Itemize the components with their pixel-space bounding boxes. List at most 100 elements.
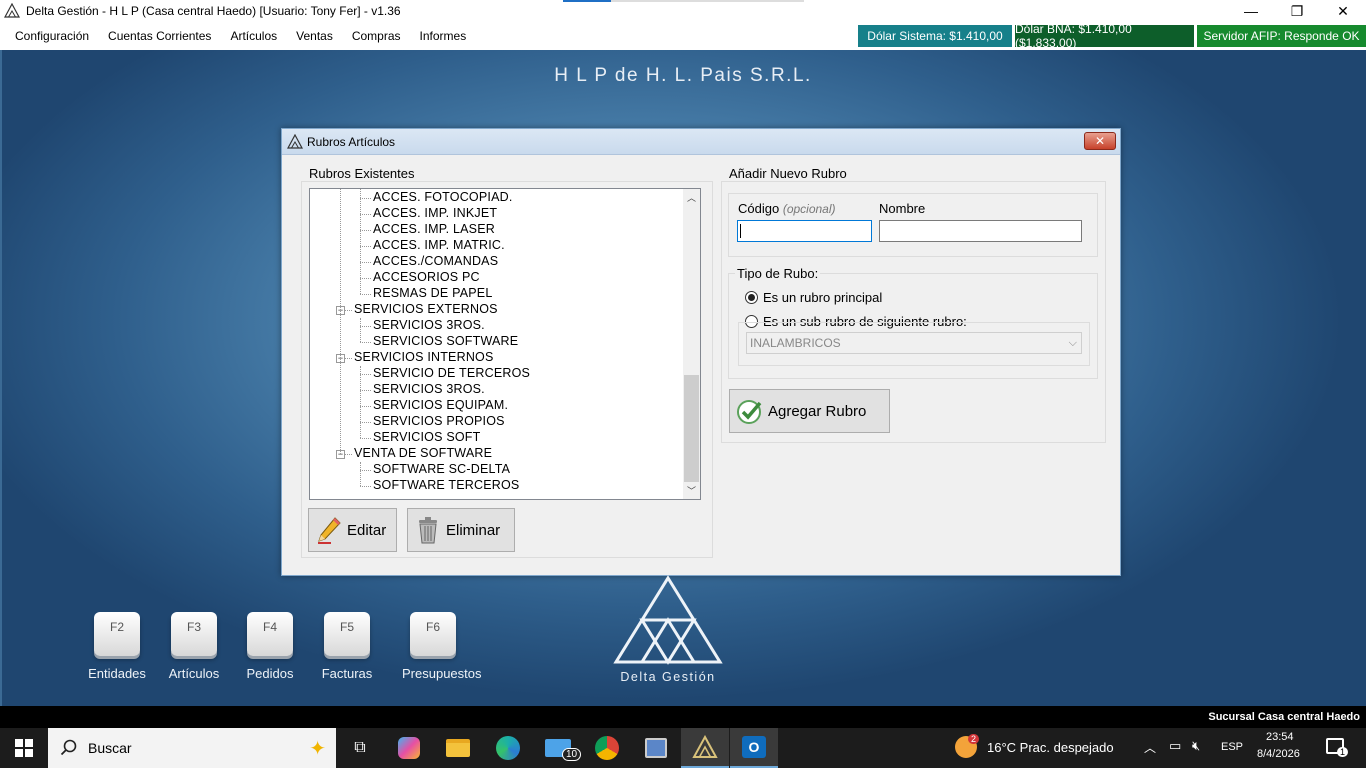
edit-button[interactable]: Editar (308, 508, 397, 552)
tree-node-parent[interactable]: SERVICIOS INTERNOS (354, 350, 494, 364)
add-rubro-button[interactable]: Agregar Rubro (729, 389, 890, 433)
tree-node-child[interactable]: SERVICIOS SOFT (373, 430, 480, 444)
fkey-label: Facturas (321, 666, 373, 681)
tree-connector (360, 342, 371, 343)
file-explorer-button[interactable] (434, 728, 482, 768)
language-indicator[interactable]: ESP (1221, 741, 1243, 753)
fkey-cap: F6 (410, 612, 456, 656)
weather-text[interactable]: 16°C Prac. despejado (987, 740, 1114, 755)
tree-node-child[interactable]: ACCESORIOS PC (373, 270, 480, 284)
radio-rubro-principal[interactable] (745, 291, 758, 304)
fkey-facturas[interactable]: F5 Facturas (316, 612, 378, 681)
task-view-button[interactable]: ⧉ (336, 728, 384, 768)
taskbar-search[interactable]: Buscar ✦ (48, 728, 336, 768)
delta-logo-icon (692, 735, 718, 758)
code-label: Código (opcional) (738, 201, 836, 216)
edit-button-label: Editar (347, 521, 387, 539)
tree-node-child[interactable]: ACCES./COMANDAS (373, 254, 498, 268)
start-button[interactable] (0, 728, 48, 768)
clock-date[interactable]: 8/4/2026 (1257, 748, 1300, 760)
tree-node-child[interactable]: SERVICIOS EQUIPAM. (373, 398, 508, 412)
tree-node-parent[interactable]: VENTA DE SOFTWARE (354, 446, 492, 460)
radio-rubro-principal-label[interactable]: Es un rubro principal (763, 290, 882, 305)
chevron-up-icon[interactable]: ︿ (1144, 739, 1156, 756)
close-window-button[interactable]: ✕ (1320, 0, 1366, 22)
dolar-sistema-badge[interactable]: Dólar Sistema: $1.410,00 (858, 25, 1012, 47)
clock-time[interactable]: 23:54 (1266, 731, 1294, 743)
tree-connector (360, 486, 371, 487)
tree-connector (360, 374, 371, 375)
tab-indicator (563, 0, 611, 2)
outlook-button[interactable]: O (730, 728, 778, 768)
tree-node-child[interactable]: RESMAS DE PAPEL (373, 286, 492, 300)
mail-badge: 10 (562, 748, 582, 761)
tree-node-child[interactable]: SOFTWARE TERCEROS (373, 478, 519, 492)
tree-node-child[interactable]: ACCES. IMP. MATRIC. (373, 238, 505, 252)
tree-node-child[interactable]: SERVICIOS PROPIOS (373, 414, 505, 428)
edge-button[interactable] (484, 728, 532, 768)
name-input[interactable] (879, 220, 1082, 242)
volume-muted-icon[interactable]: 🔇︎ (1192, 738, 1200, 754)
menu-compras[interactable]: Compras (342, 22, 410, 50)
menu-articulos[interactable]: Artículos (221, 22, 287, 50)
code-input[interactable] (737, 220, 872, 242)
tree-scrollbar[interactable]: ︿ ﹀ (683, 189, 700, 499)
afip-server-badge[interactable]: Servidor AFIP: Responde OK (1197, 25, 1366, 47)
delta-gestion-logo (613, 575, 723, 665)
chevron-down-icon: ⌵ (1068, 337, 1077, 349)
parent-rubro-select[interactable]: INALAMBRICOS ⌵ (746, 332, 1082, 354)
tree-connector (360, 246, 371, 247)
fkey-cap: F2 (94, 612, 140, 656)
fkey-presupuestos[interactable]: F6 Presupuestos (402, 612, 482, 681)
menu-configuracion[interactable]: Configuración (0, 22, 99, 50)
notification-count: 1 (1337, 747, 1349, 757)
tree-node-child[interactable]: SERVICIO DE TERCEROS (373, 366, 530, 380)
scroll-thumb[interactable] (684, 375, 699, 482)
dolar-bna-badge[interactable]: Dólar BNA: $1.410,00 ($1.833,00) (1015, 22, 1194, 50)
delete-button[interactable]: Eliminar (407, 508, 515, 552)
rubros-tree[interactable]: ACCES. FOTOCOPIAD. ACCES. IMP. INKJET ACCE… (309, 188, 701, 500)
fkey-entidades[interactable]: F2 Entidades (86, 612, 148, 681)
fkey-label: Entidades (88, 666, 146, 681)
tree-node-child[interactable]: ACCES. FOTOCOPIAD. (373, 190, 513, 204)
rubros-existentes-label: Rubros Existentes (307, 166, 417, 181)
tree-connector (360, 294, 371, 295)
restore-button[interactable]: ❐ (1274, 0, 1320, 22)
weather-badge: 2 (968, 734, 980, 744)
menu-ventas[interactable]: Ventas (287, 22, 343, 50)
copilot-button[interactable] (385, 728, 433, 768)
tree-connector (360, 406, 371, 407)
chrome-button[interactable] (583, 728, 631, 768)
fkey-articulos[interactable]: F3 Artículos (163, 612, 225, 681)
trash-can-icon (419, 517, 437, 544)
scroll-down-arrow[interactable]: ﹀ (683, 482, 700, 499)
fkey-pedidos[interactable]: F4 Pedidos (239, 612, 301, 681)
tree-connector (360, 390, 371, 391)
tree-connector (360, 262, 371, 263)
delta-gestion-taskbar-button[interactable] (681, 728, 729, 768)
scroll-up-arrow[interactable]: ︿ (683, 189, 700, 206)
windows-logo-icon (15, 739, 33, 757)
mail-button[interactable]: 10 (534, 728, 582, 768)
tree-node-child[interactable]: SERVICIOS SOFTWARE (373, 334, 518, 348)
tree-node-child[interactable]: SOFTWARE SC-DELTA (373, 462, 510, 476)
tree-node-child[interactable]: SERVICIOS 3ROS. (373, 318, 485, 332)
window-title: Delta Gestión - H L P (Casa central Haed… (26, 4, 401, 18)
tree-connector (360, 198, 371, 199)
dialog-close-button[interactable]: ✕ (1084, 132, 1116, 150)
tree-node-child[interactable]: ACCES. IMP. INKJET (373, 206, 497, 220)
tree-guide (360, 366, 361, 438)
tree-node-child[interactable]: ACCES. IMP. LASER (373, 222, 495, 236)
tipo-rubro-label: Tipo de Rubo: (735, 266, 821, 281)
minimize-button[interactable]: — (1228, 0, 1274, 22)
menu-cuentas-corrientes[interactable]: Cuentas Corrientes (99, 22, 221, 50)
tree-node-parent[interactable]: SERVICIOS EXTERNOS (354, 302, 498, 316)
check-circle-icon (737, 400, 762, 424)
tree-node-child[interactable]: SERVICIOS 3ROS. (373, 382, 485, 396)
tree-connector (360, 326, 371, 327)
dialog-title: Rubros Artículos (307, 134, 396, 149)
menu-informes[interactable]: Informes (410, 22, 476, 50)
tree-guide (360, 318, 361, 342)
battery-network-icon[interactable]: ▭ (1169, 738, 1181, 754)
network-app-button[interactable] (632, 728, 680, 768)
